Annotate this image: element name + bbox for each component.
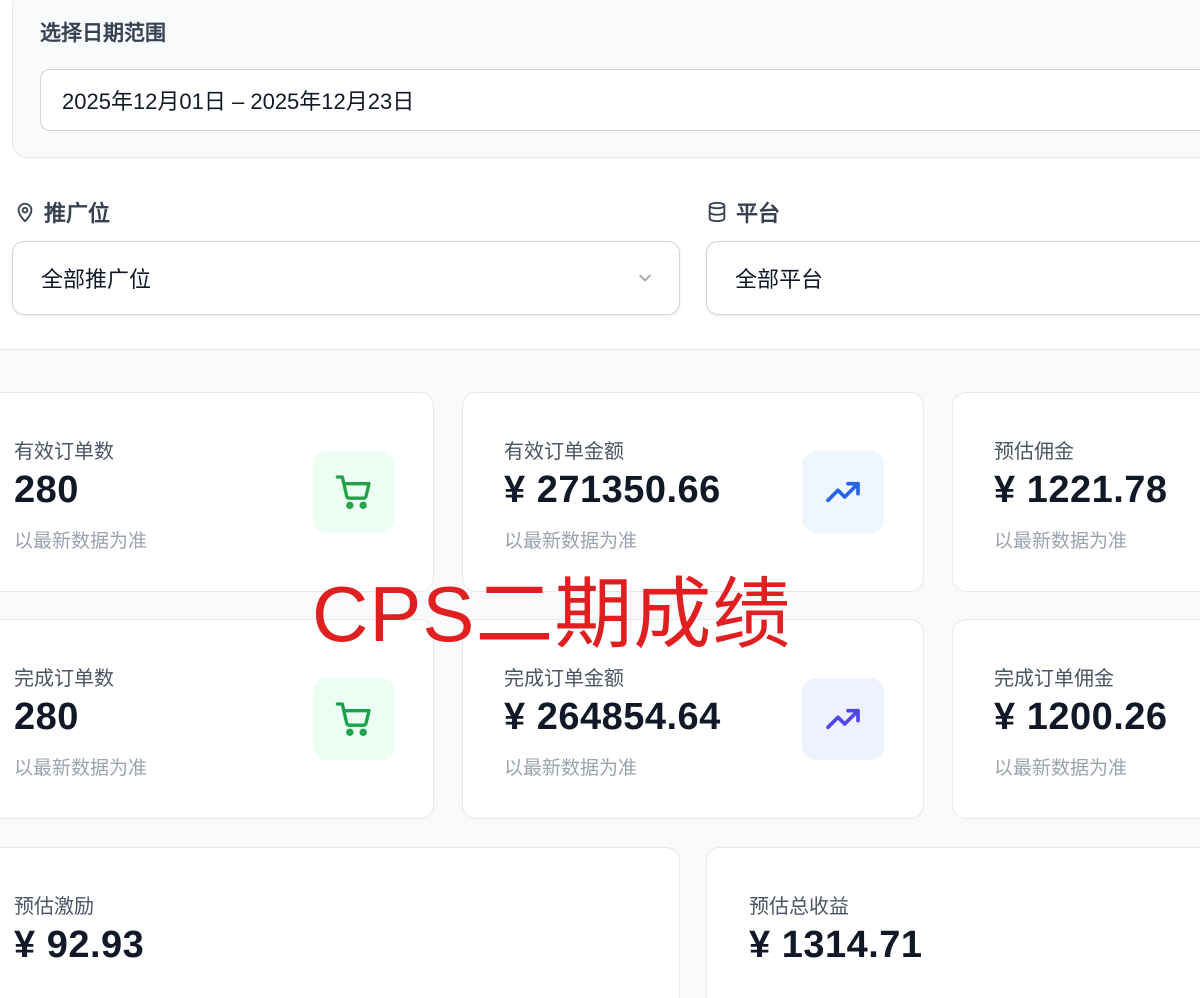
stat-icon-box	[802, 451, 884, 533]
date-range-value: 2025年12月01日 – 2025年12月23日	[62, 89, 415, 114]
stat-label: 预估激励	[14, 896, 94, 918]
stat-value: ¥ 1200.26	[994, 696, 1168, 738]
stat-value: ¥ 264854.64	[504, 696, 721, 738]
location-pin-icon	[17, 202, 33, 223]
stat-value: ¥ 1221.78	[994, 469, 1168, 511]
stat-icon-box	[802, 678, 884, 760]
stat-label: 预估佣金	[994, 441, 1074, 463]
trending-up-icon	[826, 481, 860, 503]
platform-filter-label: 平台	[706, 196, 780, 228]
stat-note: 以最新数据为准	[14, 758, 148, 779]
stat-icon-box	[313, 678, 395, 760]
platform-select-value: 全部平台	[735, 267, 824, 292]
stat-card-est-incentive: 预估激励 ¥ 92.93	[0, 847, 680, 998]
cart-icon	[335, 702, 371, 736]
stat-label: 预估总收益	[749, 896, 849, 918]
stat-label: 完成订单金额	[504, 668, 624, 690]
stat-value: ¥ 92.93	[14, 924, 145, 966]
stat-note: 以最新数据为准	[504, 531, 638, 552]
stat-note: 以最新数据为准	[994, 758, 1128, 779]
date-range-input[interactable]: 2025年12月01日 – 2025年12月23日	[40, 69, 1200, 131]
stat-card-est-commission: 预估佣金 ¥ 1221.78 以最新数据为准	[952, 392, 1200, 592]
stat-note: 以最新数据为准	[504, 758, 638, 779]
stats-area: 有效订单数 280 以最新数据为准 有效订单金额 ¥ 271350.66 以最新…	[0, 349, 1200, 998]
stat-value: ¥ 1314.71	[749, 924, 923, 966]
stat-label: 完成订单佣金	[994, 668, 1114, 690]
stat-value: 280	[14, 696, 79, 738]
stat-card-completed-commission: 完成订单佣金 ¥ 1200.26 以最新数据为准	[952, 619, 1200, 819]
placement-select[interactable]: 全部推广位	[12, 241, 680, 315]
stat-label: 有效订单金额	[504, 441, 624, 463]
placement-label-text: 推广位	[44, 201, 111, 226]
stat-icon-box	[313, 451, 395, 533]
chevron-down-icon	[639, 274, 651, 282]
platform-select[interactable]: 全部平台	[706, 241, 1200, 315]
stat-label: 有效订单数	[14, 441, 114, 463]
stat-note: 以最新数据为准	[994, 531, 1128, 552]
stat-note: 以最新数据为准	[14, 531, 148, 552]
overlay-caption: CPS二期成绩	[312, 570, 792, 658]
platform-label-text: 平台	[736, 201, 781, 226]
trending-up-icon	[826, 708, 860, 730]
stat-value: ¥ 271350.66	[504, 469, 721, 511]
stat-label: 完成订单数	[14, 668, 114, 690]
stat-card-est-total: 预估总收益 ¥ 1314.71	[706, 847, 1200, 998]
stat-value: 280	[14, 469, 79, 511]
cart-icon	[335, 475, 371, 509]
placement-filter-label: 推广位	[14, 196, 110, 228]
database-icon	[708, 201, 726, 223]
placement-select-value: 全部推广位	[41, 267, 152, 292]
date-range-title: 选择日期范围	[40, 22, 166, 45]
